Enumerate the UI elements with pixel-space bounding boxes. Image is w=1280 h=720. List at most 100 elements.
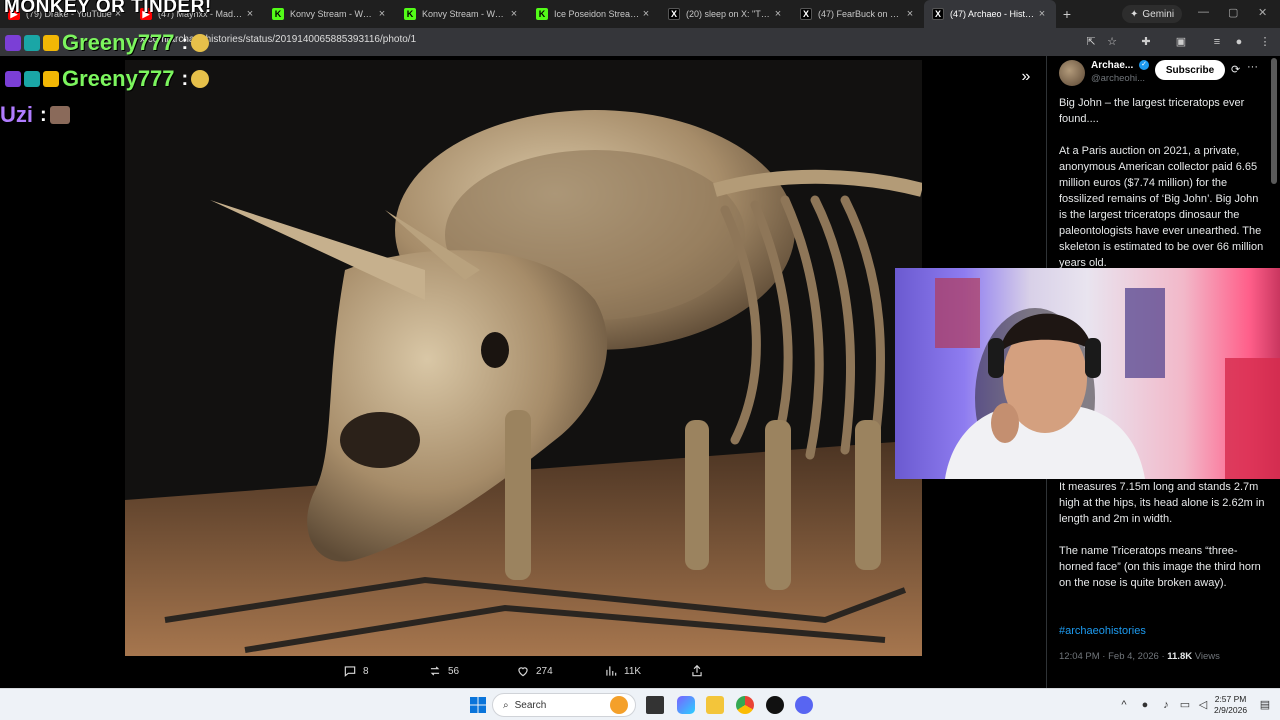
gifter-badge-icon <box>24 35 40 51</box>
profile-icon[interactable]: ● <box>1232 35 1246 49</box>
photo-viewer: » 8 56 274 11K <box>0 56 1046 688</box>
sidebar-scrollbar[interactable] <box>1271 58 1277 184</box>
browser-menu-icon[interactable]: ⋮ <box>1258 35 1272 49</box>
microphone-icon[interactable]: ♪ <box>1159 698 1173 712</box>
share-button[interactable] <box>690 664 704 678</box>
chrome-icon[interactable] <box>736 696 754 714</box>
clock-date: 2/9/2026 <box>1214 705 1248 715</box>
close-tab-icon[interactable]: × <box>904 8 916 20</box>
reply-icon <box>344 666 356 677</box>
search-label: Search <box>514 699 547 711</box>
browser-tab[interactable]: K Ice Poseidon Stream - W... × <box>528 0 660 28</box>
x-icon: X <box>932 8 944 20</box>
tweet-views-label: Views <box>1194 651 1220 662</box>
browser-tab-active[interactable]: X (47) Archaeo - Histories... × <box>924 0 1056 28</box>
close-tab-icon[interactable]: × <box>640 8 652 20</box>
taskbar-widget-icon[interactable] <box>610 696 628 714</box>
close-tab-icon[interactable]: × <box>1036 8 1048 20</box>
network-icon[interactable]: ▭ <box>1178 698 1192 712</box>
verified-badge-icon: ✓ <box>1139 60 1149 70</box>
triceratops-photo[interactable] <box>125 60 922 656</box>
gemini-button[interactable]: ✦ Gemini <box>1122 5 1183 23</box>
chat-message: Greeny777 : <box>5 30 210 56</box>
downloads-icon[interactable]: ≡ <box>1210 35 1224 49</box>
browser-tab[interactable]: X (20) sleep on X: "The Dl... × <box>660 0 792 28</box>
search-icon: ⌕ <box>503 699 509 711</box>
close-tab-icon[interactable]: × <box>508 8 520 20</box>
emote-icon <box>191 34 210 52</box>
heart-icon <box>518 667 528 677</box>
reply-count: 8 <box>363 665 369 677</box>
obs-icon[interactable] <box>766 696 784 714</box>
tab-title: (47) FearBuck on X: "Jo... <box>818 9 904 19</box>
notification-icon[interactable]: ▤ <box>1258 698 1272 712</box>
close-tab-icon[interactable]: × <box>772 8 784 20</box>
collapse-sidebar-icon[interactable]: » <box>1016 68 1036 88</box>
task-view-icon[interactable] <box>646 696 664 714</box>
tab-title: Ice Poseidon Stream - W... <box>554 9 640 19</box>
author-name[interactable]: Archae... <box>1091 60 1133 71</box>
chat-username: Greeny777 <box>62 30 175 55</box>
minimize-icon[interactable]: — <box>1198 6 1209 18</box>
windows-start-icon[interactable] <box>469 696 487 714</box>
volume-icon[interactable]: ◁ <box>1196 698 1210 712</box>
emote-icon <box>49 106 70 124</box>
author-avatar[interactable] <box>1059 60 1085 86</box>
browser-tab[interactable]: K Konvy Stream - Watch l... × <box>264 0 396 28</box>
grok-icon[interactable]: ⟳ <box>1231 63 1240 76</box>
kick-icon: K <box>536 8 548 20</box>
install-app-icon[interactable]: ⇱ <box>1084 35 1098 49</box>
bookmark-star-icon[interactable]: ☆ <box>1105 35 1119 49</box>
webcam-feed-image <box>935 278 1280 479</box>
tab-title: Konvy Stream - Watch l... <box>290 9 376 19</box>
tab-title: Konvy Stream - Watch l... <box>422 9 508 19</box>
author-handle[interactable]: @archeohi... <box>1091 73 1145 84</box>
maximize-icon[interactable]: ▢ <box>1228 6 1238 19</box>
tweet-paragraph: At a Paris auction on 2021, a private, a… <box>1059 145 1264 269</box>
x-icon: X <box>800 8 812 20</box>
x-icon: X <box>668 8 680 20</box>
chat-separator: : <box>40 103 47 126</box>
copilot-icon[interactable] <box>677 696 695 714</box>
crown-badge-icon <box>43 35 59 51</box>
tray-chevron-icon[interactable]: ^ <box>1117 698 1131 712</box>
subscribe-button[interactable]: Subscribe <box>1155 60 1225 80</box>
sub-badge-icon <box>5 35 21 51</box>
discord-icon[interactable] <box>795 696 813 714</box>
browser-tab[interactable]: X (47) FearBuck on X: "Jo... × <box>792 0 924 28</box>
tab-title: (47) Archaeo - Histories... <box>950 9 1036 19</box>
views-count: 11K <box>624 665 642 677</box>
new-tab-button[interactable]: + <box>1056 6 1078 22</box>
sparkle-icon: ✦ <box>1130 8 1139 20</box>
close-window-icon[interactable]: ✕ <box>1258 6 1267 19</box>
file-explorer-icon[interactable] <box>706 696 724 714</box>
tray-app-icon[interactable]: ● <box>1138 698 1152 712</box>
more-options-icon[interactable]: ··· <box>1247 61 1258 73</box>
kick-icon: K <box>272 8 284 20</box>
views-button[interactable]: 11K <box>604 664 641 678</box>
reply-button[interactable]: 8 <box>343 664 369 678</box>
kick-icon: K <box>404 8 416 20</box>
streamer-webcam <box>895 268 1280 479</box>
taskbar-clock[interactable]: 2:57 PM 2/9/2026 <box>1214 694 1247 716</box>
crown-badge-icon <box>43 71 59 87</box>
tweet-timestamp[interactable]: 12:04 PM · Feb 4, 2026 · <box>1059 651 1165 662</box>
close-tab-icon[interactable]: × <box>376 8 388 20</box>
chat-separator: : <box>181 67 189 90</box>
extensions-icon[interactable]: ✚ <box>1139 35 1153 49</box>
tweet-meta: 12:04 PM · Feb 4, 2026 · 11.8K Views <box>1059 651 1220 662</box>
close-tab-icon[interactable]: × <box>244 8 256 20</box>
sub-badge-icon <box>5 71 21 87</box>
tweet-paragraph: It measures 7.15m long and stands 2.7m h… <box>1059 481 1265 525</box>
hashtag-link[interactable]: #archaeohistories <box>1059 625 1146 637</box>
tab-title: (20) sleep on X: "The Dl... <box>686 9 772 19</box>
chat-username: Greeny777 <box>62 66 175 91</box>
repost-button[interactable]: 56 <box>428 664 459 678</box>
tweet-views-count: 11.8K <box>1167 651 1193 662</box>
browser-tab[interactable]: K Konvy Stream - Watch l... × <box>396 0 528 28</box>
tweet-paragraph: Big John – the largest triceratops ever … <box>1059 97 1245 125</box>
chat-message: Uzi : <box>0 102 70 128</box>
sidepanel-icon[interactable]: ▣ <box>1174 35 1188 49</box>
emote-icon <box>191 70 210 88</box>
like-button[interactable]: 274 <box>516 664 553 678</box>
